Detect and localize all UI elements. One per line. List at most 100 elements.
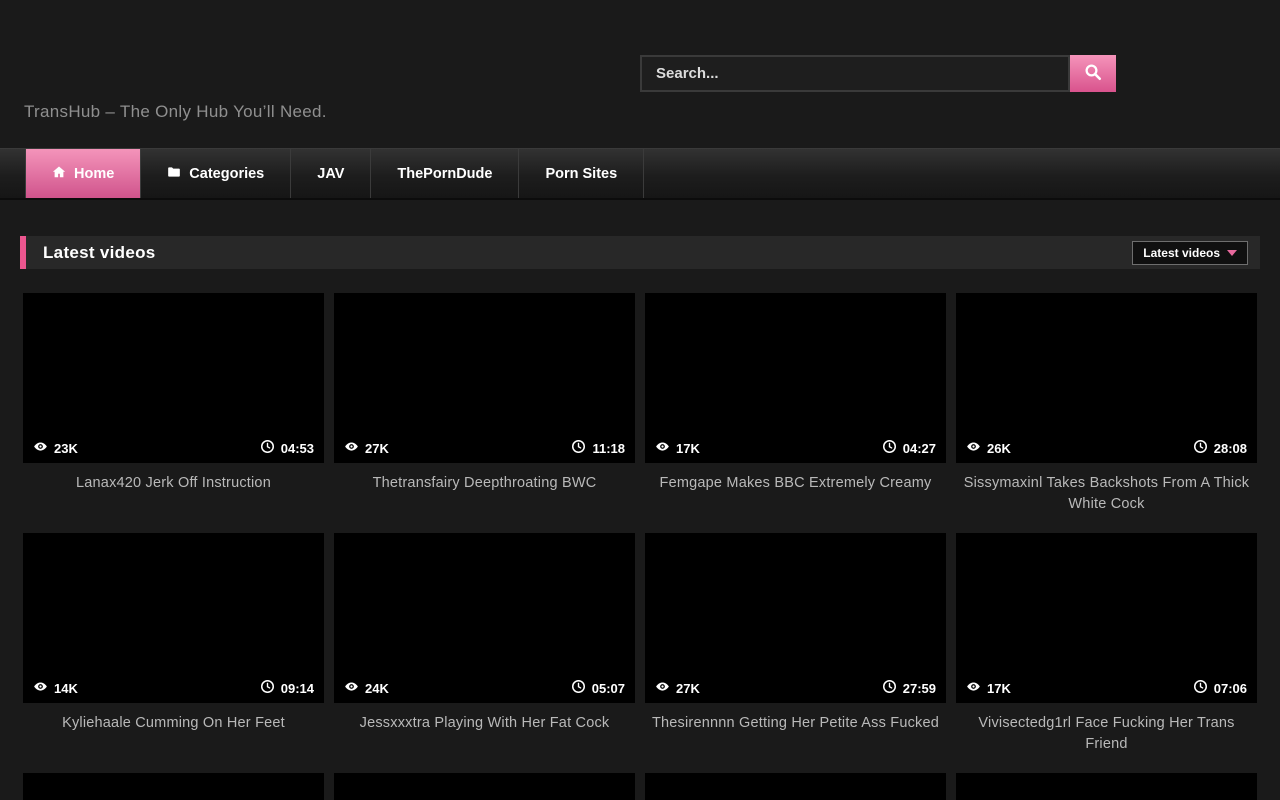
video-duration: 09:14: [260, 679, 314, 697]
nav-tab-label: ThePornDude: [397, 166, 492, 182]
duration-value: 09:14: [281, 681, 314, 696]
sort-dropdown[interactable]: Latest videos: [1132, 241, 1248, 265]
duration-value: 28:08: [1214, 441, 1247, 456]
video-thumbnail[interactable]: [956, 773, 1257, 800]
video-duration: 07:06: [1193, 679, 1247, 697]
duration-value: 04:27: [903, 441, 936, 456]
nav-tab-home[interactable]: Home: [25, 149, 141, 198]
video-thumbnail[interactable]: 23K 04:53: [23, 293, 324, 463]
video-thumbnail[interactable]: [334, 773, 635, 800]
clock-icon: [882, 679, 897, 697]
eye-icon: [344, 679, 359, 697]
video-card[interactable]: 26K 28:08 Sissymaxinl Takes Backshots From…: [956, 293, 1257, 533]
video-grid: 23K04:53Lanax420 Jerk Off Instruction27K…: [23, 293, 1257, 773]
site-header: TransHub – The Only Hub You’ll Need.: [0, 0, 1280, 148]
views-value: 17K: [987, 681, 1011, 696]
views-value: 27K: [676, 681, 700, 696]
search-bar: [640, 55, 1116, 92]
site-tagline: TransHub – The Only Hub You’ll Need.: [24, 102, 327, 122]
section-header: Latest videos Latest videos: [20, 236, 1260, 269]
section-title: Latest videos: [43, 243, 156, 263]
video-thumbnail[interactable]: 17K 04:27: [645, 293, 946, 463]
clock-icon: [260, 439, 275, 457]
video-duration: 05:07: [571, 679, 625, 697]
video-title[interactable]: Jessxxxtra Playing With Her Fat Cock: [334, 703, 635, 773]
video-title[interactable]: Kyliehaale Cumming On Her Feet: [23, 703, 324, 773]
nav-tab-porn-sites[interactable]: Porn Sites: [519, 149, 644, 198]
video-title[interactable]: Vivisectedg1rl Face Fucking Her Trans Fr…: [956, 703, 1257, 773]
chevron-down-icon: [1227, 250, 1237, 256]
video-duration: 04:53: [260, 439, 314, 457]
video-card[interactable]: 24K 05:07 Jessxxxtra Playing With Her Fat …: [334, 533, 635, 773]
eye-icon: [966, 679, 981, 697]
video-card[interactable]: 17K 07:06 Vivisectedg1rl Face Fucking Her …: [956, 533, 1257, 773]
video-card[interactable]: 14K 09:14 Kyliehaale Cumming On Her Feet: [23, 533, 324, 773]
views-count: 27K: [655, 679, 700, 697]
video-meta: 14K 09:14: [23, 673, 324, 703]
video-thumbnail[interactable]: [23, 773, 324, 800]
video-thumbnail[interactable]: 24K 05:07: [334, 533, 635, 703]
duration-value: 04:53: [281, 441, 314, 456]
video-thumbnail[interactable]: 27K 27:59: [645, 533, 946, 703]
video-meta: 23K 04:53: [23, 433, 324, 463]
video-title[interactable]: Femgape Makes BBC Extremely Creamy: [645, 463, 946, 533]
video-thumbnail[interactable]: 27K11:18: [334, 293, 635, 463]
folder-icon: [167, 165, 181, 183]
views-count: 14K: [33, 679, 78, 697]
clock-icon: [1193, 439, 1208, 457]
nav-tab-label: Categories: [189, 166, 264, 182]
video-thumbnail[interactable]: 26K 28:08: [956, 293, 1257, 463]
clock-icon: [571, 439, 586, 457]
views-value: 26K: [987, 441, 1011, 456]
clock-icon: [1193, 679, 1208, 697]
eye-icon: [655, 439, 670, 457]
video-title[interactable]: Thetransfairy Deepthroating BWC: [334, 463, 635, 533]
views-count: 23K: [33, 439, 78, 457]
video-meta: 17K 04:27: [645, 433, 946, 463]
nav-tab-theporndude[interactable]: ThePornDude: [371, 149, 519, 198]
video-title[interactable]: Thesirennnn Getting Her Petite Ass Fucke…: [645, 703, 946, 773]
views-value: 14K: [54, 681, 78, 696]
video-card[interactable]: 27K11:18Thetransfairy Deepthroating BWC: [334, 293, 635, 533]
views-count: 26K: [966, 439, 1011, 457]
duration-value: 05:07: [592, 681, 625, 696]
video-meta: 27K 27:59: [645, 673, 946, 703]
sort-dropdown-label: Latest videos: [1143, 246, 1220, 260]
video-title[interactable]: Sissymaxinl Takes Backshots From A Thick…: [956, 463, 1257, 533]
views-value: 17K: [676, 441, 700, 456]
main-nav: Home Categories JAV ThePornDude Porn Sites: [0, 148, 1280, 200]
views-value: 23K: [54, 441, 78, 456]
video-meta: 27K11:18: [334, 433, 635, 463]
clock-icon: [882, 439, 897, 457]
video-meta: 24K 05:07: [334, 673, 635, 703]
views-count: 17K: [966, 679, 1011, 697]
video-meta: 17K 07:06: [956, 673, 1257, 703]
nav-tab-label: Home: [74, 166, 114, 182]
nav-tab-jav[interactable]: JAV: [291, 149, 371, 198]
eye-icon: [33, 439, 48, 457]
eye-icon: [655, 679, 670, 697]
search-icon: [1084, 63, 1102, 84]
video-card[interactable]: 27K 27:59 Thesirennnn Getting Her Petite A…: [645, 533, 946, 773]
video-thumbnail[interactable]: 14K 09:14: [23, 533, 324, 703]
nav-tab-label: JAV: [317, 166, 344, 182]
video-card[interactable]: 17K 04:27 Femgape Makes BBC Extremely Crea…: [645, 293, 946, 533]
video-title[interactable]: Lanax420 Jerk Off Instruction: [23, 463, 324, 533]
eye-icon: [344, 439, 359, 457]
video-duration: 11:18: [571, 439, 625, 457]
search-button[interactable]: [1070, 55, 1116, 92]
video-duration: 04:27: [882, 439, 936, 457]
clock-icon: [260, 679, 275, 697]
views-value: 24K: [365, 681, 389, 696]
video-card[interactable]: 23K 04:53 Lanax420 Jerk Off Instruction: [23, 293, 324, 533]
nav-tab-categories[interactable]: Categories: [141, 149, 291, 198]
duration-value: 27:59: [903, 681, 936, 696]
eye-icon: [966, 439, 981, 457]
video-thumbnail[interactable]: 17K 07:06: [956, 533, 1257, 703]
nav-tab-label: Porn Sites: [545, 166, 617, 182]
video-duration: 27:59: [882, 679, 936, 697]
clock-icon: [571, 679, 586, 697]
video-thumbnail[interactable]: [645, 773, 946, 800]
search-input[interactable]: [640, 55, 1070, 92]
video-meta: 26K 28:08: [956, 433, 1257, 463]
